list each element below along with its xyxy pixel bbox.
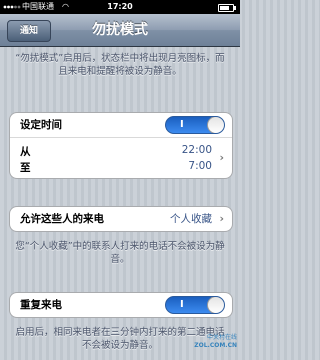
toggle-knob: [207, 117, 224, 133]
toggle-on-label: I: [180, 119, 184, 130]
watermark-logo: 中关村在线 ZOL.COM.CN: [193, 334, 237, 358]
chevron-right-icon: ›: [219, 212, 224, 225]
to-value: 7:00: [188, 160, 212, 172]
repeat-calls-label: 重复来电: [20, 299, 62, 311]
watermark-line2: ZOL.COM.CN: [194, 342, 237, 349]
scheduled-row: 设定时间 I: [10, 113, 232, 137]
to-label: 至: [20, 162, 31, 174]
watermark-line1: 中关村在线: [206, 334, 237, 341]
from-value: 22:00: [181, 144, 212, 156]
from-label: 从: [20, 146, 31, 158]
allow-calls-value: 个人收藏: [170, 213, 212, 225]
status-time: 17:20: [107, 2, 133, 11]
navigation-bar: 通知 勿扰模式: [0, 14, 240, 47]
repeat-calls-row: 重复来电 I: [10, 293, 232, 317]
schedule-group: 设定时间 I 从 22:00 至 7:00 ›: [9, 112, 233, 179]
toggle-knob: [207, 297, 224, 313]
intro-note: “勿扰模式”启用后，状态栏中将出现月亮图标，而且来电和提醒将被设为静音。: [15, 53, 225, 77]
chevron-right-icon: ›: [219, 151, 224, 164]
from-to-row[interactable]: 从 22:00 至 7:00 ›: [10, 137, 232, 178]
scheduled-toggle[interactable]: I: [165, 116, 225, 134]
page-title: 勿扰模式: [92, 22, 148, 38]
allow-calls-label: 允许这些人的来电: [20, 213, 104, 225]
repeat-calls-group: 重复来电 I: [9, 292, 233, 318]
battery-icon: [218, 4, 236, 12]
allow-calls-group: 允许这些人的来电 个人收藏 ›: [9, 206, 233, 232]
repeat-calls-toggle[interactable]: I: [165, 296, 225, 314]
scheduled-label: 设定时间: [20, 119, 62, 131]
toggle-on-label: I: [180, 299, 184, 310]
allow-calls-note: 您“个人收藏”中的联系人打来的电话不会被设为静音。: [15, 241, 225, 265]
allow-calls-row[interactable]: 允许这些人的来电 个人收藏 ›: [10, 207, 232, 231]
status-bar: 中国联通 ◠ 17:20: [0, 0, 240, 14]
